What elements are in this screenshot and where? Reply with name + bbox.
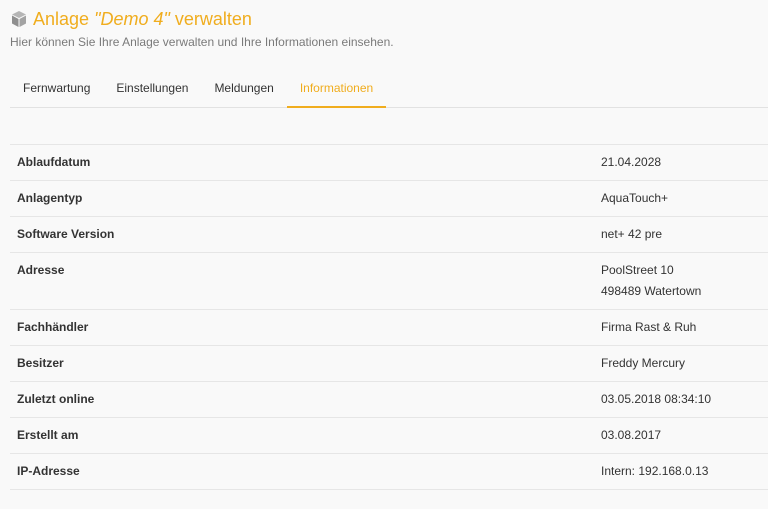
tab-meldungen[interactable]: Meldungen xyxy=(201,70,286,106)
table-row: Anlagentyp AquaTouch+ xyxy=(10,181,768,217)
row-value: PoolStreet 10 498489 Watertown xyxy=(601,263,702,298)
row-value: net+ 42 pre xyxy=(601,227,663,241)
table-row: Erstellt am 03.08.2017 xyxy=(10,418,768,454)
row-label: Ablaufdatum xyxy=(17,155,91,169)
row-value: Freddy Mercury xyxy=(601,356,686,370)
table-row: Fachhändler Firma Rast & Ruh xyxy=(10,310,768,346)
tab-informationen[interactable]: Informationen xyxy=(286,70,387,108)
page-header: Anlage "Demo 4" verwalten Hier können Si… xyxy=(10,8,394,50)
tab-einstellungen[interactable]: Einstellungen xyxy=(103,70,201,106)
row-label: Fachhändler xyxy=(17,320,89,334)
row-label: Adresse xyxy=(17,263,65,277)
info-table: Ablaufdatum 21.04.2028 Anlagentyp AquaTo… xyxy=(10,144,768,490)
row-label: Zuletzt online xyxy=(17,392,95,406)
row-value: Firma Rast & Ruh xyxy=(601,320,697,334)
row-label: Erstellt am xyxy=(17,428,79,442)
table-row: Besitzer Freddy Mercury xyxy=(10,346,768,382)
table-row: Adresse PoolStreet 10 498489 Watertown xyxy=(10,253,768,310)
row-label: Besitzer xyxy=(17,356,64,370)
row-label: Anlagentyp xyxy=(17,191,83,205)
table-row: Ablaufdatum 21.04.2028 xyxy=(10,145,768,181)
row-value: 21.04.2028 xyxy=(601,155,662,169)
table-row: Zuletzt online 03.05.2018 08:34:10 xyxy=(10,382,768,418)
table-row: IP-Adresse Intern: 192.168.0.13 xyxy=(10,454,768,490)
tab-fernwartung[interactable]: Fernwartung xyxy=(10,70,103,106)
tab-bar: Fernwartung Einstellungen Meldungen Info… xyxy=(10,70,768,108)
table-row: Software Version net+ 42 pre xyxy=(10,217,768,253)
cube-icon xyxy=(10,10,28,28)
page-subtitle: Hier können Sie Ihre Anlage verwalten un… xyxy=(10,35,394,49)
row-label: IP-Adresse xyxy=(17,464,80,478)
page-title: Anlage "Demo 4" verwalten xyxy=(33,8,252,29)
row-label: Software Version xyxy=(17,227,115,241)
row-value: Intern: 192.168.0.13 xyxy=(601,464,709,478)
row-value: 03.05.2018 08:34:10 xyxy=(601,392,712,406)
title-row: Anlage "Demo 4" verwalten xyxy=(10,8,394,30)
row-value: 03.08.2017 xyxy=(601,428,662,442)
row-value: AquaTouch+ xyxy=(601,191,669,205)
